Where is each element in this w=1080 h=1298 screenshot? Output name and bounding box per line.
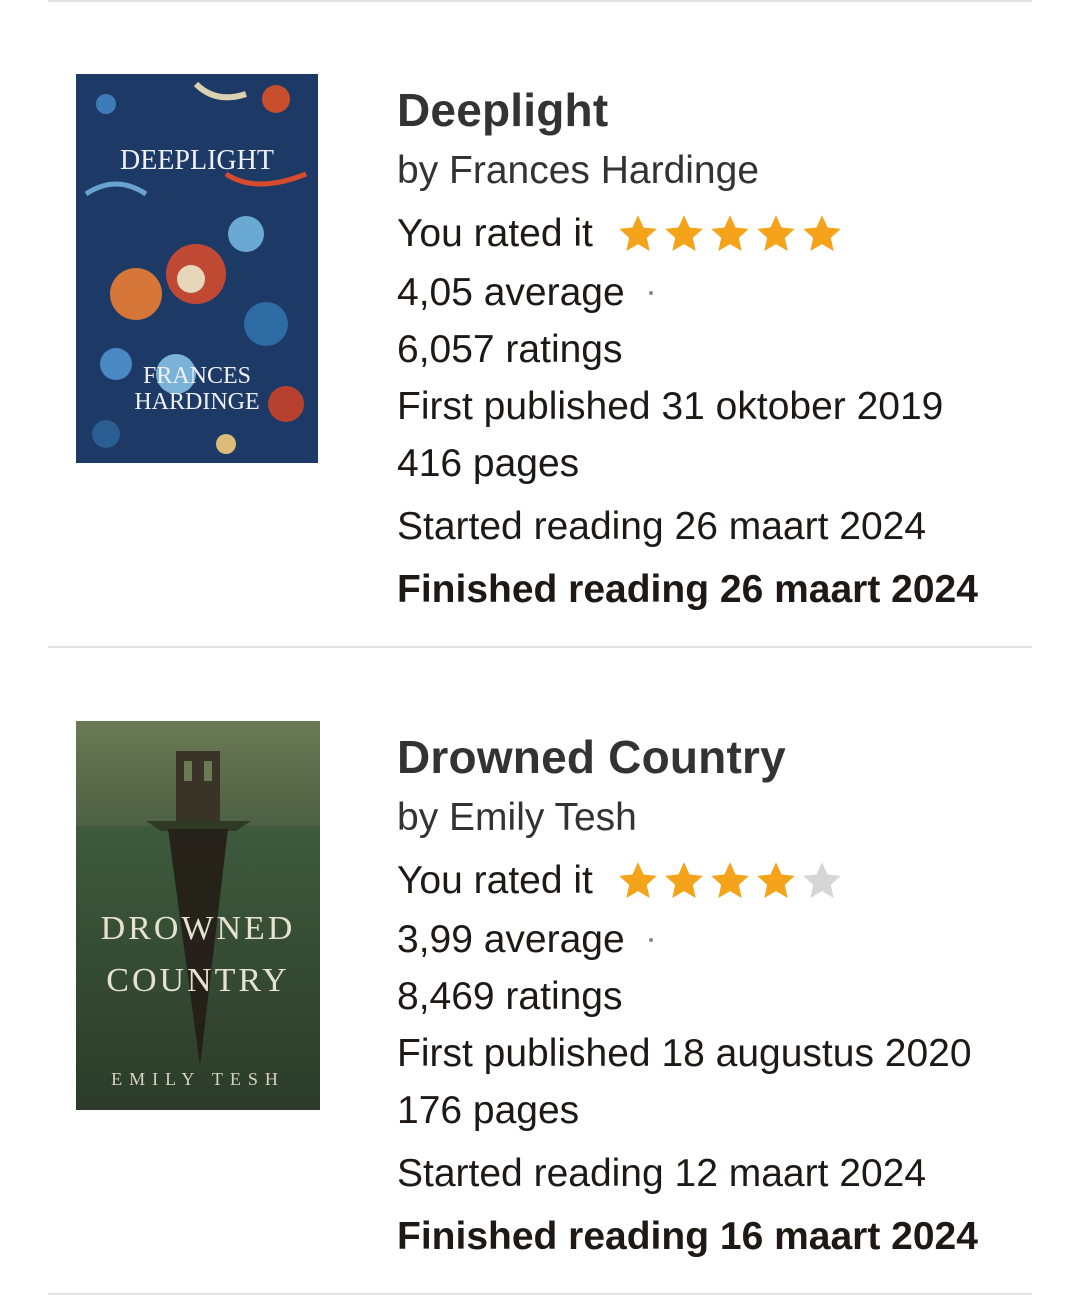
star-filled-icon[interactable] (615, 211, 661, 257)
book-author[interactable]: by Emily Tesh (397, 795, 1057, 841)
book-cover[interactable]: DEEPLIGHT FRANCES HARDINGE (76, 74, 318, 463)
star-empty-icon[interactable] (799, 858, 845, 904)
star-filled-icon[interactable] (707, 211, 753, 257)
top-divider (48, 0, 1032, 2)
cover-author-line1: FRANCES (143, 363, 251, 389)
book-title[interactable]: Drowned Country (397, 731, 1057, 783)
average-rating-text: 3,99 average (397, 918, 625, 961)
cover-author: EMILY TESH (111, 1069, 285, 1089)
cover-title-line2: COUNTRY (106, 962, 289, 999)
page-count: 416 pages (397, 442, 580, 485)
star-filled-icon[interactable] (753, 858, 799, 904)
star-rating[interactable] (615, 211, 845, 257)
finished-reading: Finished reading 26 maart 2024 (397, 568, 978, 611)
rating-label: You rated it (397, 859, 593, 902)
ratings-count: 8,469 ratings (397, 975, 623, 1018)
bottom-divider (48, 1293, 1032, 1295)
first-published: First published 31 oktober 2019 (397, 385, 944, 428)
star-filled-icon[interactable] (799, 211, 845, 257)
first-published: First published 18 augustus 2020 (397, 1032, 972, 1075)
separator-dot (648, 937, 653, 942)
star-filled-icon[interactable] (661, 858, 707, 904)
average-rating-text: 4,05 average (397, 271, 625, 314)
ratings-count: 6,057 ratings (397, 328, 623, 371)
finished-reading: Finished reading 16 maart 2024 (397, 1215, 978, 1258)
user-rating[interactable]: You rated it (397, 210, 1057, 258)
book-author[interactable]: by Frances Hardinge (397, 148, 1057, 194)
book-cover[interactable]: DROWNED COUNTRY EMILY TESH (76, 721, 320, 1110)
star-rating[interactable] (615, 858, 845, 904)
started-reading: Started reading 12 maart 2024 (397, 1152, 927, 1195)
star-filled-icon[interactable] (661, 211, 707, 257)
star-filled-icon[interactable] (615, 858, 661, 904)
user-rating[interactable]: You rated it (397, 857, 1057, 905)
separator-dot (648, 290, 653, 295)
star-filled-icon[interactable] (707, 858, 753, 904)
cover-author-line2: HARDINGE (134, 389, 259, 415)
average-rating: 4,05 average (397, 264, 1057, 321)
average-rating: 3,99 average (397, 911, 1057, 968)
page-count: 176 pages (397, 1089, 580, 1132)
book-divider (48, 646, 1032, 648)
cover-title-line1: DROWNED (101, 910, 296, 947)
book-title[interactable]: Deeplight (397, 84, 1057, 136)
started-reading: Started reading 26 maart 2024 (397, 505, 927, 548)
star-filled-icon[interactable] (753, 211, 799, 257)
cover-title: DEEPLIGHT (120, 145, 274, 176)
rating-label: You rated it (397, 212, 593, 255)
